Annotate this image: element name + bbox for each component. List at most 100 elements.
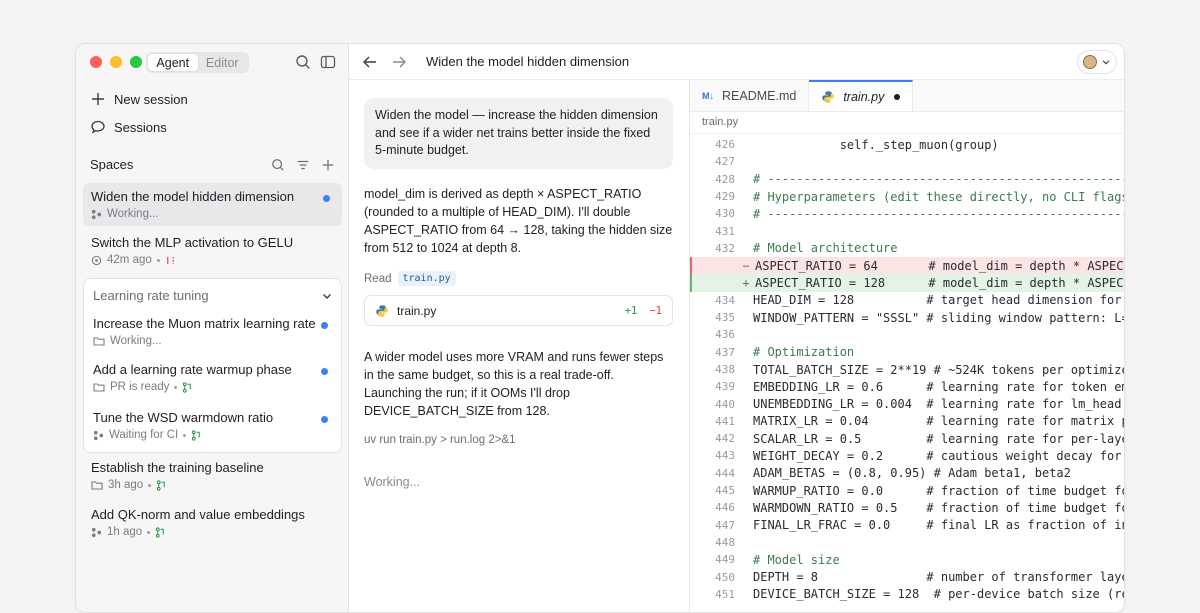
session-title: Widen the model hidden dimension (91, 189, 295, 204)
session-item[interactable]: Switch the MLP activation to GELU 42m ag… (83, 229, 342, 272)
line-number: 435 (715, 311, 735, 325)
traffic-lights (90, 56, 142, 68)
breadcrumb: train.py (690, 112, 1124, 134)
zoom-window-button[interactable] (130, 56, 142, 68)
line-number: 430 (715, 207, 735, 221)
code-text: # --------------------------------------… (753, 172, 1124, 187)
pr-closed-icon (166, 256, 174, 264)
folder-icon (93, 337, 105, 346)
sessions-label: Sessions (114, 119, 167, 135)
chevron-down-icon (323, 293, 331, 299)
sessions-button[interactable]: Sessions (90, 119, 167, 135)
code-text: WINDOW_PATTERN = "SSSL" # sliding window… (753, 310, 1124, 325)
search-icon[interactable] (271, 158, 285, 172)
assistant-message: model_dim is derived as depth × ASPECT_R… (364, 187, 673, 255)
close-window-button[interactable] (90, 56, 102, 68)
editor-tabs: M↓ README.md train.py (690, 80, 1124, 112)
session-item[interactable]: Establish the training baseline 3h ago (83, 454, 342, 497)
code-text: # --------------------------------------… (753, 206, 1124, 221)
code-line: 441 MATRIX_LR = 0.04 # learning rate for … (690, 413, 1124, 430)
line-number: 445 (715, 484, 735, 498)
line-number: 426 (715, 138, 735, 152)
tab-readme[interactable]: M↓ README.md (690, 80, 810, 111)
session-item[interactable]: Add a learning rate warmup phase PR is r… (85, 362, 340, 393)
python-file-icon (822, 90, 835, 103)
pull-request-icon (192, 429, 200, 441)
chat-bubble-icon (91, 120, 105, 134)
session-title: Tune the WSD warmdown ratio (93, 410, 274, 425)
line-number: 443 (715, 449, 735, 463)
line-number: 440 (715, 397, 735, 411)
agent-working-icon (91, 527, 102, 537)
code-text: # Model size (753, 552, 840, 567)
pull-request-icon (157, 479, 165, 491)
session-status: 1h ago (107, 526, 143, 538)
plus-icon (92, 93, 104, 105)
session-title: Increase the Muon matrix learning rate (93, 316, 316, 331)
code-line: 443 WEIGHT_DECAY = 0.2 # cautious weight … (690, 447, 1124, 464)
line-number: 444 (715, 466, 735, 480)
code-text: # Model architecture (753, 241, 898, 256)
search-icon[interactable] (295, 54, 311, 70)
code-text: WEIGHT_DECAY = 0.2 # cautious weight dec… (753, 448, 1124, 463)
session-status: Working... (110, 335, 162, 347)
session-item[interactable]: Add QK-norm and value embeddings 1h ago (83, 501, 342, 544)
code-line: 446 WARMDOWN_RATIO = 0.5 # fraction of ti… (690, 499, 1124, 516)
code-line: 432 # Model architecture (690, 240, 1124, 257)
app-window: Agent Editor New session Sessions Spaces… (75, 43, 1125, 613)
space-group-title: Learning rate tuning (93, 288, 209, 303)
line-number: 438 (715, 363, 735, 376)
code-line: 439 EMBEDDING_LR = 0.6 # learning rate fo… (690, 378, 1124, 395)
code-line: 431 (690, 222, 1124, 239)
session-title: Establish the training baseline (91, 460, 264, 475)
session-status: 3h ago (108, 479, 144, 491)
code-line: 445 WARMUP_RATIO = 0.0 # fraction of time… (690, 482, 1124, 499)
tab-agent[interactable]: Agent (148, 54, 198, 71)
code-text: ADAM_BETAS = (0.8, 0.95) # Adam beta1, b… (753, 466, 1071, 481)
code-text: # Hyperparameters (edit these directly, … (753, 189, 1124, 204)
code-text: UNEMBEDDING_LR = 0.004 # learning rate f… (753, 397, 1122, 412)
code-line: 437 # Optimization (690, 344, 1124, 361)
file-chip[interactable]: train.py (397, 271, 456, 286)
session-status: Waiting for CI (109, 429, 179, 441)
session-item[interactable]: Tune the WSD warmdown ratio Waiting for … (85, 410, 340, 441)
session-item[interactable]: Widen the model hidden dimension Working… (83, 183, 342, 226)
separator-dot (183, 433, 187, 437)
session-title: Switch the MLP activation to GELU (91, 235, 294, 250)
line-number: 432 (715, 241, 735, 255)
code-line: 450 DEPTH = 8 # number of transformer lay… (690, 568, 1124, 585)
spaces-header: Spaces (90, 157, 335, 172)
session-item[interactable]: Increase the Muon matrix learning rate W… (85, 316, 340, 347)
code-text: FINAL_LR_FRAC = 0.0 # final LR as fracti… (753, 518, 1124, 533)
tab-train-py[interactable]: train.py (809, 80, 914, 111)
code-line: 444 ADAM_BETAS = (0.8, 0.95) # Adam beta1… (690, 465, 1124, 482)
code-line: 438 TOTAL_BATCH_SIZE = 2**19 # ~524K toke… (690, 361, 1124, 378)
code-view[interactable]: 426 self._step_muon(group) 427 428 # ------… (690, 136, 1124, 603)
line-number: 427 (715, 155, 735, 169)
code-text: HEAD_DIM = 128 # target head dimension f… (753, 293, 1122, 308)
minimize-window-button[interactable] (110, 56, 122, 68)
sidebar-toggle-icon[interactable] (320, 54, 336, 70)
sidebar: Agent Editor New session Sessions Spaces… (76, 44, 349, 612)
unread-dot (321, 368, 328, 375)
code-text: EMBEDDING_LR = 0.6 # learning rate for t… (753, 379, 1124, 394)
code-text: DEPTH = 8 # number of transformer layers (753, 570, 1124, 585)
filter-icon[interactable] (296, 158, 310, 172)
tab-editor[interactable]: Editor (198, 54, 248, 71)
code-text: SCALAR_LR = 0.5 # learning rate for per-… (753, 431, 1124, 446)
space-group-header[interactable]: Learning rate tuning (93, 288, 333, 303)
line-number: 428 (715, 172, 735, 186)
new-session-button[interactable]: New session (90, 91, 188, 107)
spaces-title: Spaces (90, 157, 134, 172)
line-number: 442 (715, 432, 735, 446)
file-diff-card[interactable]: train.py +1 −1 (364, 295, 673, 326)
diff-removed-line: − ASPECT_RATIO = 64 # model_dim = depth *… (690, 257, 1124, 275)
session-title: Add QK-norm and value embeddings (91, 507, 305, 522)
tool-read: Read train.py (364, 271, 456, 286)
tab-label: train.py (843, 89, 885, 104)
add-space-icon[interactable] (321, 158, 335, 172)
command-text: uv run train.py > run.log 2>&1 (364, 434, 516, 446)
new-session-label: New session (114, 91, 188, 107)
code-line: 435 WINDOW_PATTERN = "SSSL" # sliding win… (690, 309, 1124, 326)
account-menu-button[interactable] (1077, 50, 1117, 74)
